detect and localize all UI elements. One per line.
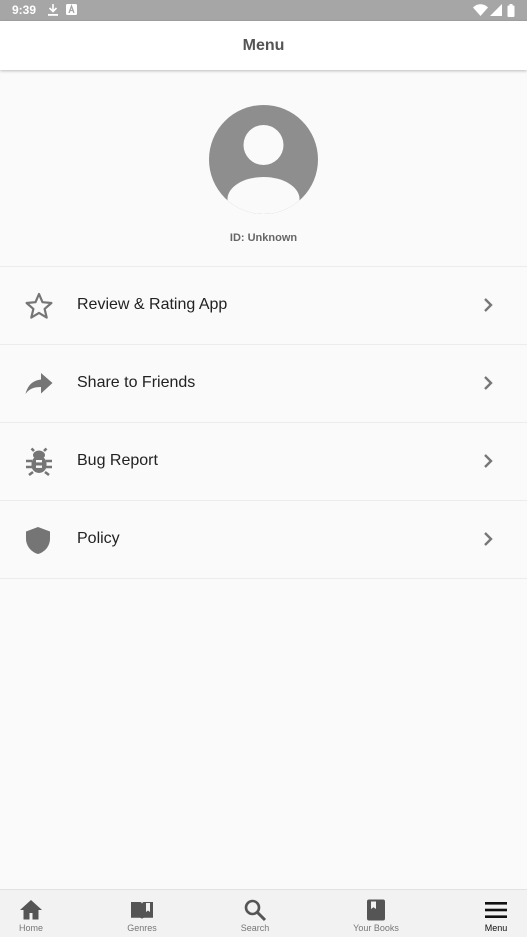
wifi-icon bbox=[473, 4, 488, 16]
open-book-icon bbox=[131, 902, 153, 919]
nav-genres[interactable]: Genres bbox=[102, 890, 182, 937]
share-arrow-icon bbox=[25, 373, 53, 394]
star-outline-icon bbox=[25, 292, 53, 319]
status-bar: 9:39 bbox=[0, 0, 527, 21]
chevron-right-icon bbox=[484, 454, 493, 468]
a-badge-icon bbox=[66, 4, 77, 15]
user-id-label: ID: Unknown bbox=[229, 232, 298, 244]
nav-home[interactable]: Home bbox=[0, 890, 71, 937]
nav-label: Your Books bbox=[353, 923, 399, 933]
nav-label: Genres bbox=[127, 923, 157, 933]
account-circle-icon[interactable] bbox=[209, 105, 318, 214]
nav-label: Menu bbox=[484, 923, 508, 933]
menu-item-label: Bug Report bbox=[77, 452, 158, 469]
menu-item-label: Policy bbox=[77, 530, 120, 547]
bug-icon bbox=[26, 447, 52, 477]
app-bar: Menu bbox=[0, 21, 527, 70]
bottom-navigation: Home Genres Search Your Books Menu bbox=[0, 889, 527, 937]
signal-icon bbox=[490, 4, 502, 16]
nav-search[interactable]: Search bbox=[215, 890, 295, 937]
battery-icon bbox=[507, 4, 515, 17]
home-icon bbox=[20, 900, 42, 920]
menu-item-review-rating[interactable]: Review & Rating App bbox=[0, 267, 527, 345]
chevron-right-icon bbox=[484, 532, 493, 546]
hamburger-menu-icon bbox=[485, 902, 507, 918]
menu-item-label: Share to Friends bbox=[77, 374, 196, 391]
menu-item-bug-report[interactable]: Bug Report bbox=[0, 423, 527, 501]
bookmark-book-icon bbox=[367, 899, 385, 921]
nav-your-books[interactable]: Your Books bbox=[336, 890, 416, 937]
chevron-right-icon bbox=[484, 298, 493, 312]
page-title: Menu bbox=[242, 37, 285, 54]
nav-label: Home bbox=[18, 923, 43, 933]
status-time: 9:39 bbox=[12, 3, 37, 17]
menu-item-share[interactable]: Share to Friends bbox=[0, 345, 527, 423]
search-icon bbox=[244, 899, 267, 922]
menu-item-label: Review & Rating App bbox=[77, 296, 228, 313]
profile-section: ID: Unknown bbox=[0, 70, 527, 267]
chevron-right-icon bbox=[484, 376, 493, 390]
nav-menu[interactable]: Menu bbox=[456, 890, 527, 937]
menu-item-policy[interactable]: Policy bbox=[0, 501, 527, 579]
download-icon bbox=[48, 4, 58, 16]
shield-icon bbox=[26, 527, 50, 554]
nav-label: Search bbox=[240, 923, 270, 933]
